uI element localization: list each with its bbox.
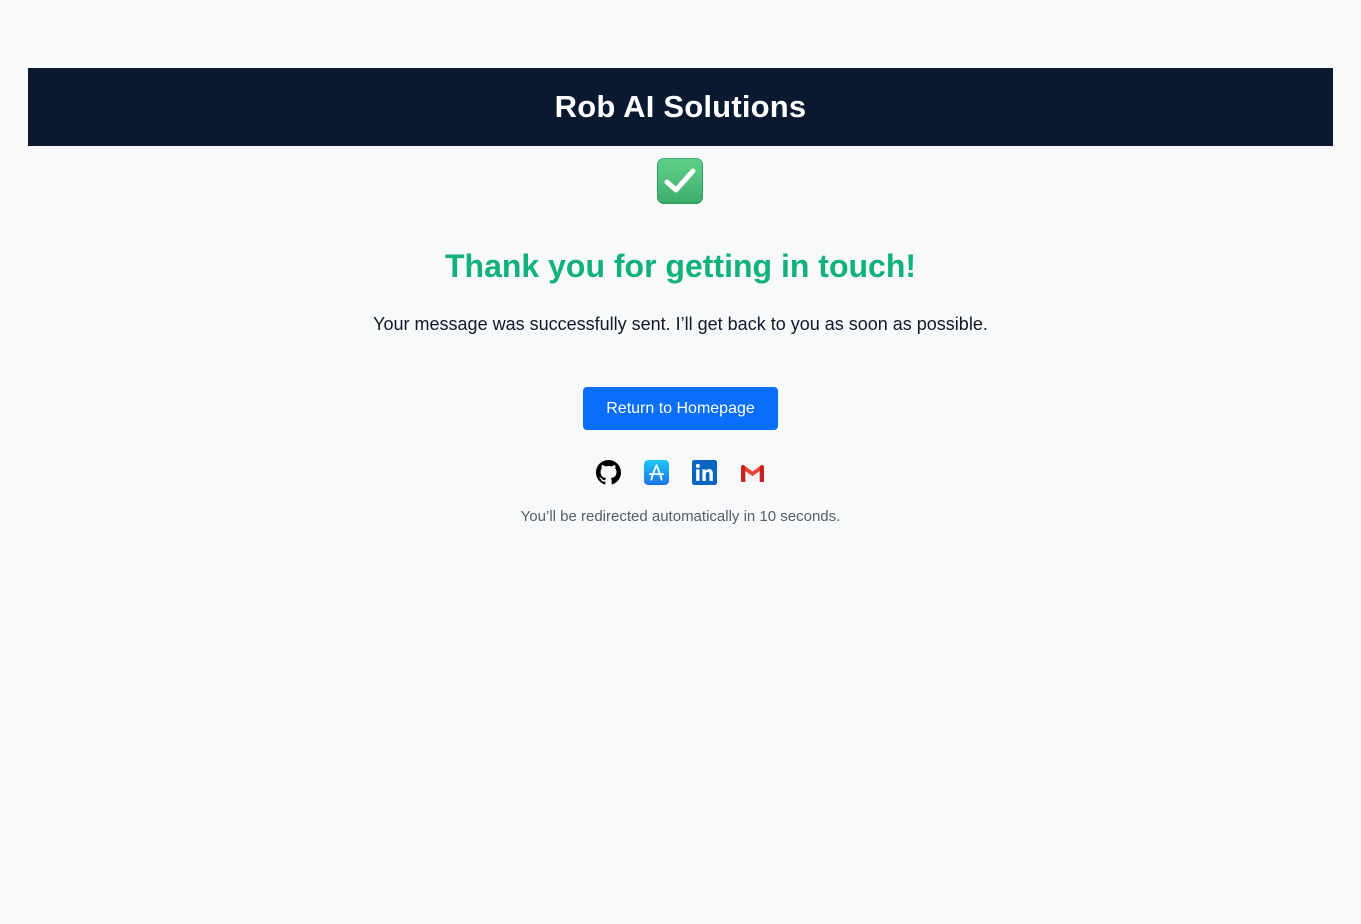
app-store-link[interactable] (644, 460, 669, 485)
app-store-icon (644, 460, 669, 485)
site-title: Rob AI Solutions (554, 89, 807, 124)
site-header: Rob AI Solutions (28, 68, 1333, 146)
linkedin-link[interactable] (692, 460, 717, 485)
github-link[interactable] (596, 460, 621, 485)
gmail-icon (741, 464, 764, 482)
thank-you-heading: Thank you for getting in touch! (444, 248, 917, 284)
redirect-notice: You’ll be redirected automatically in 10… (520, 508, 841, 525)
gmail-link[interactable] (740, 460, 765, 485)
check-mark-icon (657, 158, 703, 204)
return-to-homepage-button[interactable]: Return to Homepage (583, 387, 778, 430)
social-links (596, 460, 765, 485)
linkedin-icon (692, 460, 717, 485)
github-icon (596, 460, 621, 485)
confirmation-message: Your message was successfully sent. I’ll… (373, 314, 988, 334)
